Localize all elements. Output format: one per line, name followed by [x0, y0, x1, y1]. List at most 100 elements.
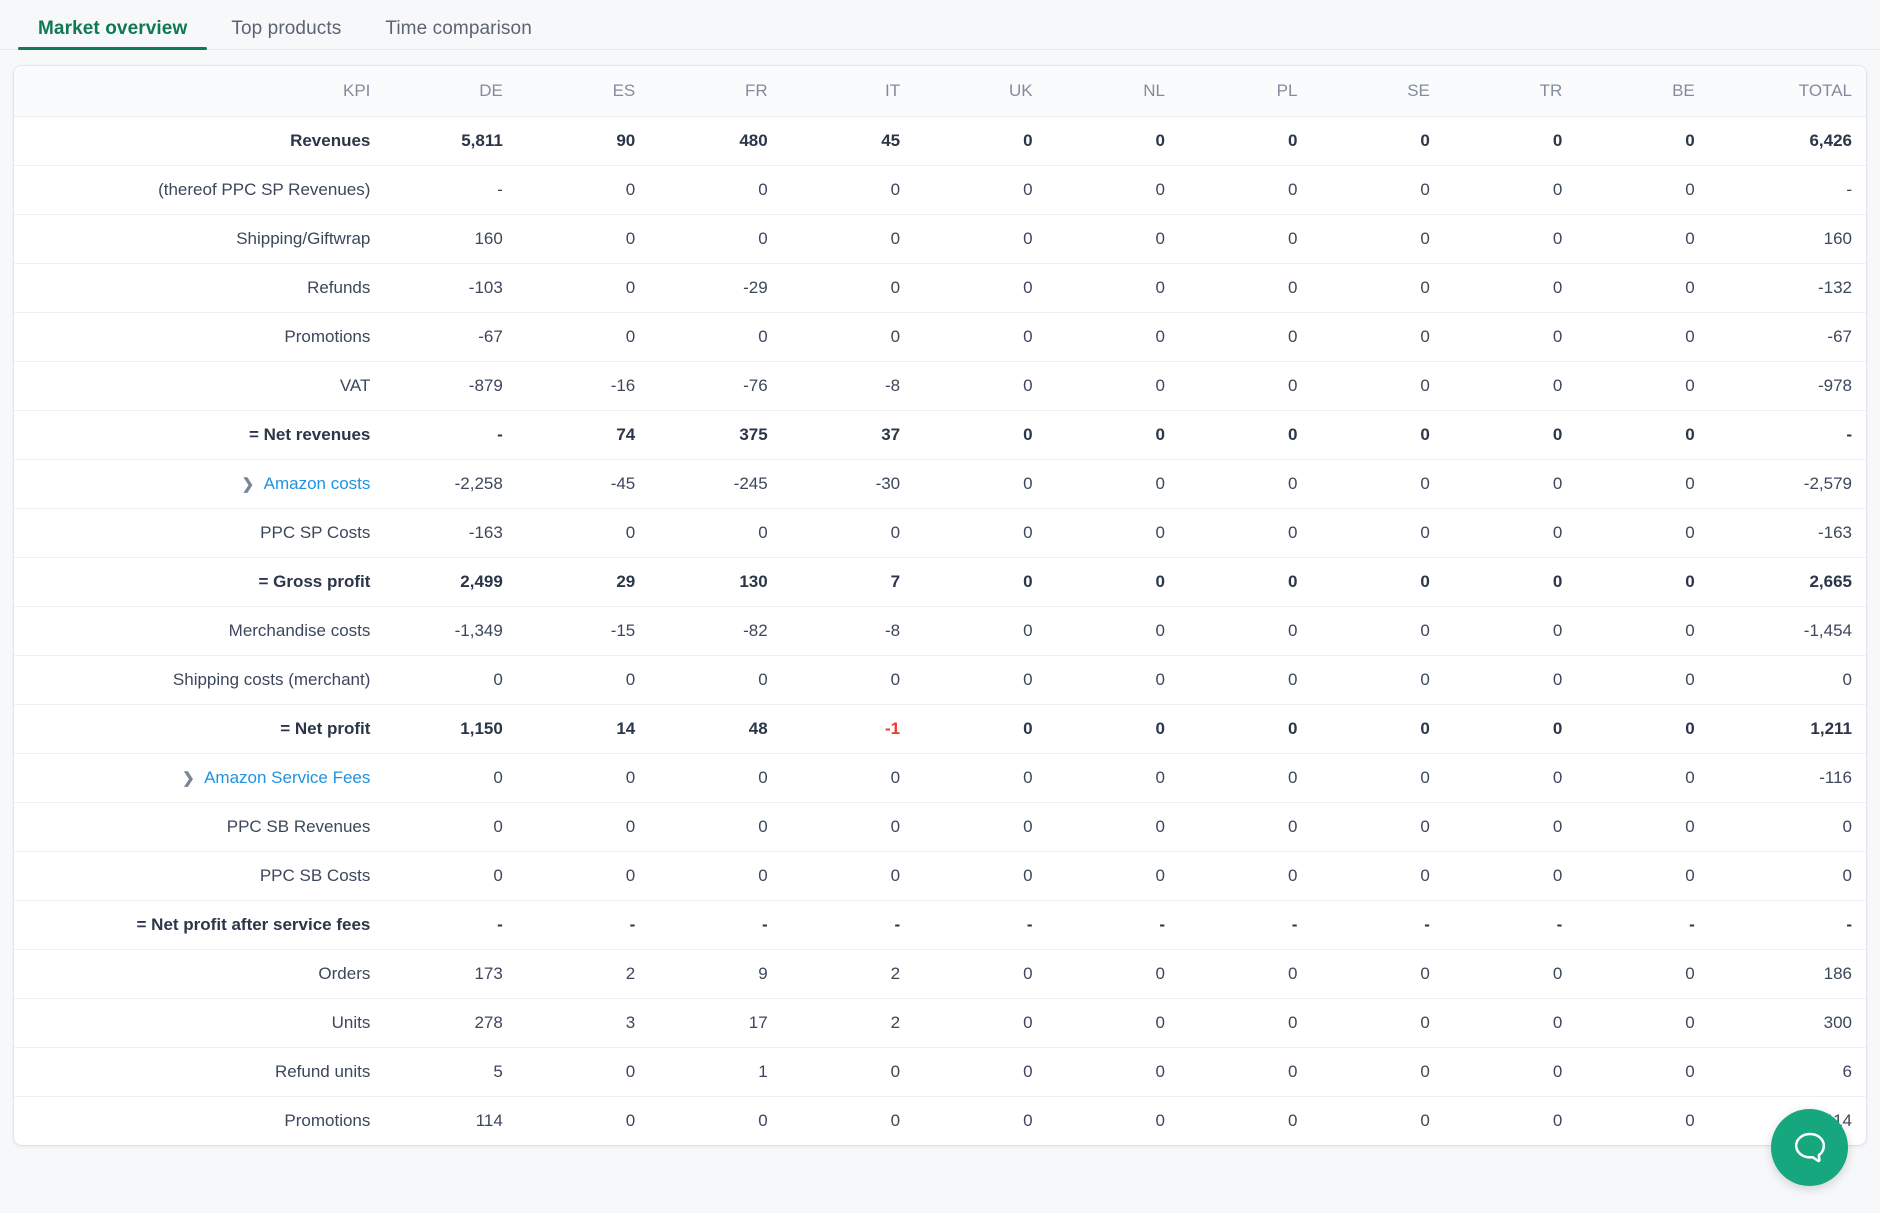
column-header-se[interactable]: SE: [1311, 66, 1444, 117]
cell-pl: 0: [1287, 522, 1298, 542]
column-header-fr[interactable]: FR: [649, 66, 782, 117]
cell-tr: 0: [1552, 669, 1563, 689]
help-chat-button[interactable]: [1771, 1109, 1848, 1186]
cell-tr: 0: [1552, 277, 1563, 297]
table-row: PPC SP Costs -163 0 0 0 0 0 0 0 0 0 -163: [14, 508, 1866, 557]
cell-tr: 0: [1552, 1012, 1563, 1032]
column-header-be[interactable]: BE: [1576, 66, 1709, 117]
column-header-de[interactable]: DE: [384, 66, 517, 117]
cell-se: 0: [1420, 963, 1430, 983]
kpi-label-wrapper: Orders: [28, 964, 370, 984]
cell-es: 0: [625, 865, 636, 885]
column-header-uk[interactable]: UK: [914, 66, 1047, 117]
cell-se: 0: [1420, 718, 1430, 738]
cell-uk: 0: [1023, 179, 1033, 199]
cell-fr: 0: [758, 816, 768, 836]
cell-uk: 0: [1023, 424, 1033, 444]
tab-market-overview[interactable]: Market overview: [16, 19, 209, 50]
table-row: ❯ Amazon Service Fees 0 0 0 0 0 0 0 0 0 0 -116: [14, 753, 1866, 802]
kpi-label: Revenues: [290, 130, 371, 150]
column-header-kpi[interactable]: KPI: [14, 66, 385, 117]
cell-es: -45: [610, 473, 636, 493]
kpi-label-cell: Merchandise costs: [14, 606, 384, 655]
cell-es: 0: [625, 767, 636, 787]
chevron-right-icon[interactable]: ❯: [242, 475, 264, 493]
cell-uk: 0: [1023, 963, 1033, 983]
cell-pl: 0: [1287, 473, 1298, 493]
cell-tr: 0: [1552, 865, 1563, 885]
cell-se: 0: [1420, 1110, 1430, 1130]
cell-es: 0: [625, 1110, 636, 1130]
cell-it: 0: [890, 1061, 901, 1081]
table-row: ❯ Amazon costs -2,258 -45 -245 -30 0 0 0 0 0 0 -2,57…: [14, 459, 1866, 508]
table-row: = Net profit 1,150 14 48 -1 0 0 0 0 0 0 1,211: [14, 704, 1866, 753]
cell-it: 2: [890, 1012, 901, 1032]
tab-label: Market overview: [38, 18, 188, 39]
cell-total: -: [1846, 179, 1852, 199]
kpi-label-cell: VAT: [14, 361, 384, 410]
cell-es: 0: [625, 326, 636, 346]
cell-se: 0: [1420, 375, 1430, 395]
cell-nl: 0: [1155, 816, 1166, 836]
table-row: Refunds -103 0 -29 0 0 0 0 0 0 0 -132: [14, 263, 1866, 312]
kpi-label[interactable]: Amazon Service Fees: [204, 768, 370, 788]
cell-pl: 0: [1287, 669, 1298, 689]
cell-pl: 0: [1287, 1110, 1298, 1130]
column-header-total[interactable]: TOTAL: [1708, 66, 1866, 117]
tab-time-comparison[interactable]: Time comparison: [363, 19, 554, 50]
cell-se: 0: [1420, 424, 1430, 444]
kpi-label: Refund units: [274, 1061, 371, 1081]
cell-de: 160: [474, 228, 503, 248]
cell-pl: 0: [1287, 571, 1298, 591]
cell-se: 0: [1420, 767, 1430, 787]
kpi-label: (thereof PPC SP Revenues): [158, 179, 371, 199]
kpi-label-wrapper: Refunds: [28, 278, 370, 298]
cell-it: -1: [885, 718, 901, 738]
cell-tr: 0: [1552, 179, 1563, 199]
kpi-label-wrapper: = Net revenues: [28, 425, 370, 445]
kpi-label-cell: Units: [14, 998, 384, 1047]
cell-de: -103: [468, 277, 503, 297]
cell-fr: 0: [758, 522, 768, 542]
cell-se: 0: [1420, 179, 1430, 199]
cell-tr: 0: [1552, 620, 1563, 640]
cell-tr: 0: [1552, 522, 1563, 542]
cell-de: 114: [475, 1110, 503, 1130]
cell-total: 300: [1823, 1012, 1852, 1032]
cell-total: 0: [1842, 865, 1852, 885]
column-header-pl[interactable]: PL: [1179, 66, 1312, 117]
cell-nl: 0: [1155, 620, 1166, 640]
table-row: PPC SB Costs 0 0 0 0 0 0 0 0 0 0 0: [14, 851, 1866, 900]
cell-es: 0: [625, 228, 636, 248]
cell-uk: 0: [1023, 767, 1033, 787]
column-header-tr[interactable]: TR: [1443, 66, 1577, 117]
kpi-label[interactable]: Amazon costs: [264, 474, 371, 494]
column-header-it[interactable]: IT: [781, 66, 915, 117]
kpi-label-wrapper: = Net profit after service fees: [28, 915, 371, 935]
cell-uk: 0: [1023, 865, 1033, 885]
table-row: Units 278 3 17 2 0 0 0 0 0 0 300: [14, 998, 1866, 1047]
cell-fr: -29: [743, 277, 768, 297]
tab-label: Time comparison: [385, 18, 532, 39]
column-header-nl[interactable]: NL: [1046, 66, 1180, 117]
kpi-label-wrapper: Refund units: [28, 1062, 370, 1082]
cell-total: -978: [1817, 375, 1852, 395]
tab-top-products[interactable]: Top products: [209, 19, 363, 50]
cell-pl: 0: [1287, 620, 1298, 640]
cell-uk: 0: [1023, 718, 1033, 738]
cell-de: -1,349: [454, 620, 503, 640]
cell-uk: 0: [1023, 1061, 1033, 1081]
cell-total: -: [1846, 424, 1852, 444]
kpi-label-cell: Refunds: [14, 263, 384, 312]
kpi-label-cell: (thereof PPC SP Revenues): [14, 165, 384, 214]
cell-it: -8: [885, 620, 901, 640]
kpi-label-wrapper: Units: [28, 1013, 371, 1033]
column-header-es[interactable]: ES: [516, 66, 650, 117]
chevron-right-icon[interactable]: ❯: [182, 769, 204, 787]
table-row: = Gross profit 2,499 29 130 7 0 0 0 0 0 0 2,665: [14, 557, 1866, 606]
cell-es: 0: [625, 277, 636, 297]
cell-tr: 0: [1552, 473, 1563, 493]
kpi-label: VAT: [339, 375, 371, 395]
cell-de: 0: [493, 816, 503, 836]
cell-it: -30: [875, 473, 901, 493]
